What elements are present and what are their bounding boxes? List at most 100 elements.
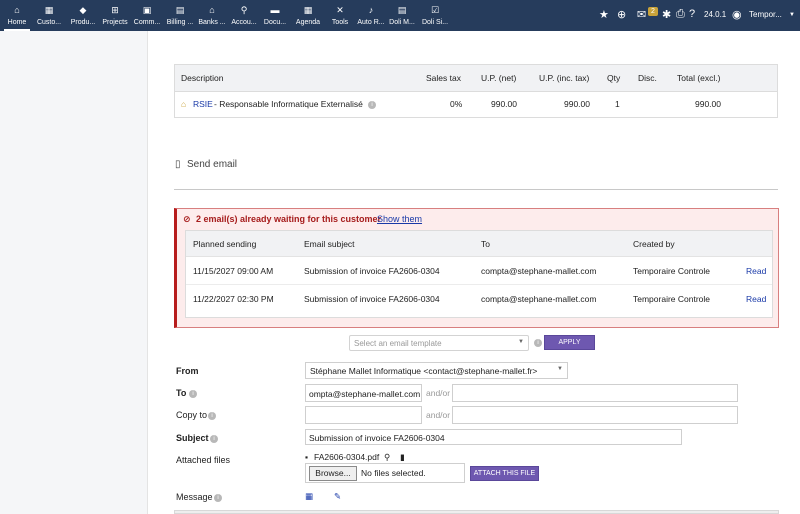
menu-item-dolisi[interactable]: ☑ Doli Si...: [419, 0, 451, 31]
template-icon[interactable]: ▦: [305, 491, 313, 502]
menu-label: Doli Si...: [421, 19, 449, 26]
chevron-down-icon: ▼: [557, 366, 563, 372]
attach-file-button[interactable]: ATTACH THIS FILE: [470, 466, 539, 481]
pending-emails-alert: ⊘ 2 email(s) already waiting for this cu…: [174, 208, 779, 328]
table-header: Description Sales tax U.P. (net) U.P. (i…: [175, 65, 777, 92]
pending-emails-table: Planned sending Email subject To Created…: [185, 230, 773, 318]
envelope-icon[interactable]: ✉: [637, 8, 646, 21]
attached-files-label: Attached files: [176, 455, 231, 465]
attached-file-name[interactable]: FA2606-0304.pdf: [314, 452, 379, 462]
browse-button[interactable]: Browse...: [309, 466, 357, 481]
apply-button[interactable]: APPLY: [544, 335, 595, 350]
to-input[interactable]: ompta@stephane-mallet.com: [305, 384, 422, 402]
menu-label: Banks ...: [198, 19, 226, 26]
menu-item-custo[interactable]: ▦ Custo...: [33, 0, 65, 31]
briefcase-icon: ▣: [142, 5, 152, 15]
read-link[interactable]: Read: [746, 266, 766, 276]
table-row: 11/15/2027 09:00 AM Submission of invoic…: [186, 257, 772, 285]
menu-item-autor[interactable]: ♪ Auto R...: [356, 0, 386, 31]
menu-item-tools[interactable]: ✕ Tools: [325, 0, 355, 31]
alert-title: 2 email(s) already waiting for this cust…: [196, 214, 382, 224]
product-icon: ⌂: [181, 99, 187, 109]
menu-item-produ[interactable]: ◆ Produ...: [67, 0, 99, 31]
chevron-down-icon: ▼: [518, 339, 524, 345]
star-icon[interactable]: ★: [599, 8, 609, 21]
template-placeholder: Select an email template: [354, 339, 442, 348]
menu-label: Comm...: [133, 19, 161, 26]
magic-wand-icon[interactable]: ✎: [334, 491, 341, 502]
trash-icon[interactable]: ▮: [400, 452, 405, 463]
col-disc: Disc.: [638, 73, 657, 83]
invoice-lines-table: Description Sales tax U.P. (net) U.P. (i…: [174, 64, 778, 118]
menu-label: Docu...: [263, 19, 287, 26]
menu-item-agenda[interactable]: ▦ Agenda: [293, 0, 323, 31]
cc-extra-input[interactable]: [452, 406, 738, 424]
version-label: 24.0.1: [704, 10, 727, 19]
cell-date: 11/22/2027 02:30 PM: [193, 294, 274, 304]
menu-item-accou[interactable]: ⚲ Accou...: [228, 0, 260, 31]
divider: [174, 189, 778, 190]
menu-label: Billing ...: [166, 19, 194, 26]
email-template-select[interactable]: Select an email template ▼: [349, 335, 529, 351]
cell-up-inc-tax: 990.00: [564, 99, 590, 109]
menu-item-banks[interactable]: ⌂ Banks ...: [196, 0, 228, 31]
chevron-down-icon[interactable]: ▼: [789, 12, 795, 18]
col-up-inc-tax: U.P. (inc. tax): [539, 73, 590, 83]
cell-to: compta@stephane-mallet.com: [481, 294, 597, 304]
cell-date: 11/15/2027 09:00 AM: [193, 266, 274, 276]
document-icon: ▯: [175, 159, 181, 170]
subject-label: Subject: [176, 433, 209, 443]
table-header: Planned sending Email subject To Created…: [186, 231, 772, 257]
menu-item-home[interactable]: ⌂ Home: [4, 0, 30, 31]
printer-icon[interactable]: ⎙: [676, 8, 685, 21]
user-name[interactable]: Tempor...: [749, 10, 782, 19]
menu-item-comm[interactable]: ▣ Comm...: [131, 0, 163, 31]
menu-label: Produ...: [70, 19, 96, 26]
col-qty: Qty: [607, 73, 621, 83]
info-icon: i: [189, 390, 197, 398]
zoom-icon[interactable]: ⚲: [384, 452, 390, 463]
info-icon: i: [534, 339, 542, 347]
bug-icon[interactable]: ✱: [662, 8, 671, 21]
menu-label: Tools: [331, 19, 349, 26]
to-extra-input[interactable]: [452, 384, 738, 402]
menu-item-dolim[interactable]: ▤ Doli M...: [386, 0, 418, 31]
from-value: Stéphane Mallet Informatique <contact@st…: [310, 366, 538, 376]
invoice-icon: ▤: [175, 5, 185, 15]
menu-item-billing[interactable]: ▤ Billing ...: [164, 0, 196, 31]
table-row: 11/22/2027 02:30 PM Submission of invoic…: [186, 285, 772, 313]
bell-icon: ♪: [368, 5, 374, 15]
file-input[interactable]: Browse... No files selected.: [305, 463, 465, 483]
plus-circle-icon[interactable]: ⊕: [617, 8, 626, 21]
info-icon: i: [208, 412, 216, 420]
help-icon[interactable]: ?: [689, 8, 695, 20]
user-icon[interactable]: ◉: [732, 8, 742, 21]
send-email-title: Send email: [187, 159, 238, 170]
col-created-by: Created by: [633, 239, 675, 249]
read-link[interactable]: Read: [746, 294, 766, 304]
cell-to: compta@stephane-mallet.com: [481, 266, 597, 276]
message-label: Message: [176, 492, 213, 502]
alert-icon: ⊘: [183, 214, 191, 224]
message-editor[interactable]: [174, 510, 779, 514]
from-select[interactable]: Stéphane Mallet Informatique <contact@st…: [305, 362, 568, 379]
cell-vat: 0%: [450, 99, 463, 109]
cc-input[interactable]: [305, 406, 422, 424]
info-icon: i: [214, 494, 222, 502]
no-file-label: No files selected.: [361, 468, 426, 478]
subject-input[interactable]: Submission of invoice FA2606-0304: [305, 429, 682, 445]
from-label: From: [176, 366, 199, 376]
search-dollar-icon: ⚲: [240, 5, 248, 15]
menu-label: Home: [7, 19, 27, 26]
col-sales-tax: Sales tax: [426, 73, 461, 83]
menu-label: Projects: [102, 19, 128, 26]
product-ref-link[interactable]: RSIE: [193, 99, 213, 109]
cell-up-net: 990.00: [491, 99, 517, 109]
info-icon: i: [210, 435, 218, 443]
menu-item-projects[interactable]: ⊞ Projects: [100, 0, 130, 31]
cell-qty: 1: [615, 99, 620, 109]
menu-item-docu[interactable]: ▬ Docu...: [260, 0, 290, 31]
menu-label: Auto R...: [357, 19, 385, 26]
menu-label: Agenda: [295, 19, 321, 26]
show-them-link[interactable]: Show them: [377, 214, 422, 224]
